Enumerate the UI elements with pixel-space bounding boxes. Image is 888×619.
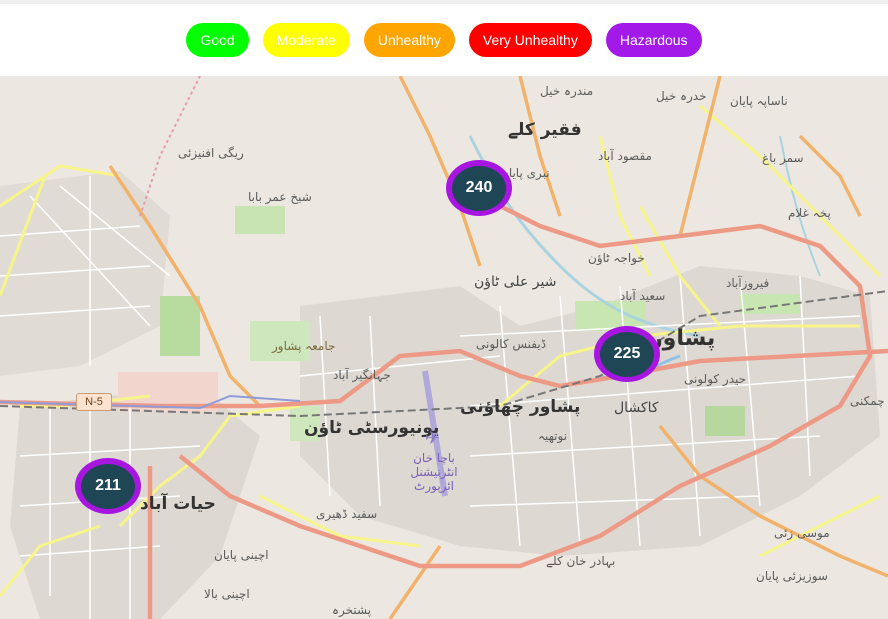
airport-icon: ✈ xyxy=(425,428,441,449)
map-label-saeedabad: سعید آباد xyxy=(620,289,666,303)
aqi-marker-value: 225 xyxy=(600,331,654,377)
map-label-bacha-khan-airport: باچا خان انٹرنیشنل ائرپورٹ xyxy=(410,451,458,493)
map-label-regi-afeezai: ریگی افنیزئی xyxy=(178,146,244,160)
map-label-khwaja-town: خواجہ ٹاؤن xyxy=(588,251,645,265)
map-label-sheikh-umar-baba: شیخ عمر بابا xyxy=(248,190,312,204)
map-label-faqir-kalay: فقیر کلے xyxy=(508,120,582,140)
aqi-marker-240[interactable]: 240 xyxy=(446,160,512,216)
aqi-marker-value: 211 xyxy=(81,463,135,509)
map-label-sher-ali-town: شیر علی ٹاؤن xyxy=(474,274,557,290)
legend-good[interactable]: Good xyxy=(186,23,249,57)
map-label-nothia: نوتھیہ xyxy=(538,429,568,443)
map-label-pashtakhara: پشتخرہ xyxy=(332,603,372,617)
map-label-peshawar: پشاور xyxy=(650,326,716,351)
legend-unhealthy[interactable]: Unhealthy xyxy=(363,23,455,57)
map-label-hayatabad: حیات آباد xyxy=(140,494,216,514)
map-label-nasapa-payan: ناساپہ پایان xyxy=(730,94,788,108)
legend-hazardous[interactable]: Hazardous xyxy=(605,23,702,57)
map-label-jamia-peshawar: جامعہ پشاور xyxy=(272,339,336,353)
map-label-achini-bala: اچینی بالا xyxy=(204,587,250,601)
aqi-marker-225[interactable]: 225 xyxy=(594,326,660,382)
map-label-peshawar-cantt: پشاور چھاؤنی xyxy=(460,397,581,417)
map-label-khadra-khel: خدرہ خیل xyxy=(656,89,707,103)
map-label-pakha-ghulam: پخہ غلام xyxy=(788,206,831,220)
map-label-jahangirabad: جہانگیر آباد xyxy=(333,368,391,382)
map-base-tiles xyxy=(0,76,888,619)
map-label-chamkani: چمکنی xyxy=(850,394,885,408)
map-view[interactable]: مندرہ خیل خدرہ خیل ناساپہ پایان فقیر کلے… xyxy=(0,76,888,619)
map-label-samar-bagh: سمر باغ xyxy=(762,151,804,165)
map-label-university-town: یونیورسٹی ٹاؤن xyxy=(304,418,440,438)
map-label-surezai-payan: سوزیزئی پایان xyxy=(756,569,828,583)
legend-moderate[interactable]: Moderate xyxy=(262,23,350,57)
map-label-haider-colony: حیدر کولونی xyxy=(684,372,747,386)
aqi-marker-211[interactable]: 211 xyxy=(75,458,141,514)
legend-very-unhealthy[interactable]: Very Unhealthy xyxy=(468,23,592,57)
map-label-mandra-khel: مندرہ خیل xyxy=(540,84,594,98)
road-shield-n5: N-5 xyxy=(76,393,112,411)
map-label-bahadar-khan-kalay: بہادر خان کلے xyxy=(546,554,616,568)
map-label-maqsood-abad: مقصود آباد xyxy=(598,149,652,163)
map-label-musa-zai: موسی زئی xyxy=(774,526,830,540)
map-label-kakshal: کاکشال xyxy=(614,400,659,416)
aqi-marker-value: 240 xyxy=(452,165,506,211)
aqi-legend: Good Moderate Unhealthy Very Unhealthy H… xyxy=(0,4,888,76)
map-label-saeed-dheri: سفید ڈھیری xyxy=(316,507,378,521)
map-label-firozabad: فیروزآباد xyxy=(726,276,770,290)
map-label-defence-colony: ڈیفنس کالونی xyxy=(476,337,547,351)
map-label-achini-payan: اچینی پایان xyxy=(214,548,269,562)
